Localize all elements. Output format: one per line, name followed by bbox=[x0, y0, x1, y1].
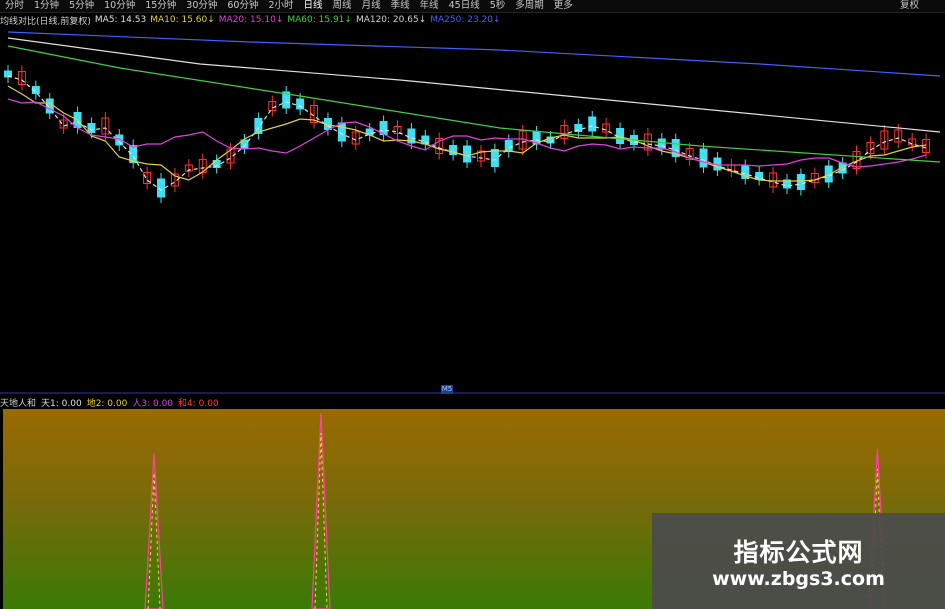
ma_legend-2: MA10: 15.60↓ bbox=[150, 15, 215, 25]
watermark: 指标公式网 www.zbgs3.com bbox=[652, 513, 945, 609]
candle-body bbox=[296, 98, 305, 110]
ma250-line bbox=[7, 31, 941, 77]
ma_legend-1: MA5: 14.53 bbox=[94, 15, 147, 25]
period-tab-14[interactable]: 5秒 bbox=[485, 0, 511, 12]
axis-marker[interactable]: M5 bbox=[441, 385, 453, 394]
period-tab-15[interactable]: 多周期 bbox=[510, 0, 549, 12]
period-tab-7[interactable]: 2小时 bbox=[263, 0, 298, 12]
candlestick-chart[interactable] bbox=[0, 28, 945, 390]
panel-divider[interactable] bbox=[0, 392, 945, 394]
indicator_legend-0: 天地人和 bbox=[0, 398, 37, 409]
candle-body bbox=[157, 178, 166, 198]
ma120-line bbox=[7, 37, 941, 133]
period-tab-1[interactable]: 1分钟 bbox=[29, 0, 64, 12]
period-tab-3[interactable]: 10分钟 bbox=[99, 0, 140, 12]
indicator-spike-1 bbox=[311, 412, 331, 609]
ma_legend-3: MA20: 15.10↓ bbox=[218, 15, 284, 25]
watermark-url: www.zbgs3.com bbox=[712, 568, 885, 590]
candle-body bbox=[699, 148, 708, 168]
period-tab-6[interactable]: 60分钟 bbox=[222, 0, 263, 12]
period-tab-9[interactable]: 周线 bbox=[328, 0, 357, 12]
restore-rights-button[interactable]: 复权 bbox=[900, 0, 919, 12]
candle-body bbox=[87, 123, 96, 133]
watermark-title: 指标公式网 bbox=[733, 538, 864, 567]
indicator_legend-4: 和4: 0.00 bbox=[178, 398, 219, 409]
period-tab-2[interactable]: 5分钟 bbox=[64, 0, 99, 12]
candle-body bbox=[463, 145, 472, 163]
period-tab-12[interactable]: 年线 bbox=[415, 0, 444, 12]
period-toolbar: 分时 1分钟 5分钟 10分钟 15分钟 30分钟 60分钟 2小时 日线 周线 月线 季线 年线 45日… bbox=[0, 0, 945, 13]
candle-body bbox=[796, 174, 805, 190]
period-tab-4[interactable]: 15分钟 bbox=[140, 0, 181, 12]
period-tab-8[interactable]: 日线 bbox=[299, 0, 328, 12]
candle-body bbox=[337, 122, 346, 142]
candle-body bbox=[588, 116, 597, 132]
period-tab-13[interactable]: 45日线 bbox=[444, 0, 485, 12]
ma-legend: 均线对比(日线,前复权) MA5: 14.53 MA10: 15.60↓ MA20: … bbox=[0, 14, 505, 27]
indicator_legend-1: 天1: 0.00 bbox=[41, 398, 82, 409]
ma_legend-4: MA60: 15.91↓ bbox=[287, 15, 352, 25]
indicator_legend-2: 地2: 0.00 bbox=[86, 398, 128, 409]
indicator-spike-0 bbox=[144, 452, 164, 609]
period-tab-16[interactable]: 更多 bbox=[549, 0, 578, 12]
period-tab-0[interactable]: 分时 bbox=[0, 0, 29, 12]
period-tab-5[interactable]: 30分钟 bbox=[181, 0, 222, 12]
ma_legend-6: MA250: 23.20↓ bbox=[430, 15, 501, 25]
indicator_legend-3: 人3: 0.00 bbox=[132, 398, 174, 409]
ma60-line bbox=[7, 45, 941, 163]
candle-body bbox=[490, 149, 499, 167]
period-tab-11[interactable]: 季线 bbox=[386, 0, 415, 12]
indicator-legend: 天地人和 天1: 0.00 地2: 0.00 人3: 0.00 和4: 0.00 bbox=[0, 396, 224, 409]
ma_legend-5: MA120: 20.65↓ bbox=[355, 15, 427, 25]
period-tab-10[interactable]: 月线 bbox=[357, 0, 386, 12]
ma_legend-0: 均线对比(日线,前复权) bbox=[0, 16, 91, 27]
